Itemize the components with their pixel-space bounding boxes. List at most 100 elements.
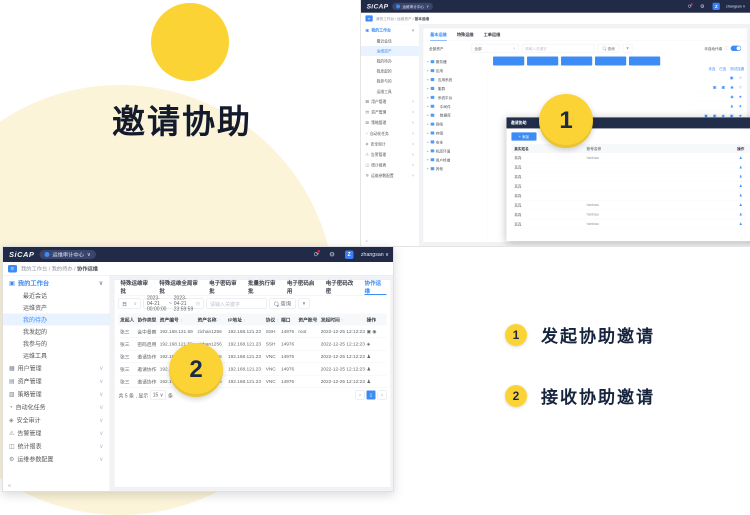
sidebar-group-item[interactable]: ⚙ 运维参数配置 ∨ <box>3 453 110 466</box>
sort-icon[interactable]: ↕ <box>158 318 159 323</box>
tree-node[interactable]: ▸ 安全 <box>423 137 487 146</box>
tree-node[interactable]: ▸ 数据库 <box>423 111 487 120</box>
add-button[interactable]: + 添加 <box>511 132 536 140</box>
period-select[interactable]: 日∨ <box>119 298 141 309</box>
invite-user-icon[interactable]: ♟ <box>731 222 750 226</box>
bulk-action-button[interactable] <box>493 57 524 66</box>
sidebar-group-item[interactable]: ⚠ 告警管理 ∨ <box>3 427 110 440</box>
column-header[interactable]: 资产账号 ↕ <box>297 314 319 326</box>
sidebar-sub-item[interactable]: 我的待办 <box>361 56 419 66</box>
avatar[interactable]: Z <box>345 250 354 259</box>
sort-icon[interactable]: ↕ <box>180 318 182 323</box>
tree-node[interactable]: ▸ 存储 <box>423 128 487 137</box>
tab[interactable]: 电子密码启用 <box>287 280 320 295</box>
bulk-action-button[interactable] <box>629 57 660 66</box>
tab[interactable]: 特殊运维审批 <box>121 280 154 295</box>
tree-expand-icon[interactable]: ▸ <box>427 60 429 64</box>
tree-expand-icon[interactable]: ▸ <box>427 158 429 162</box>
tree-expand-icon[interactable]: ▸ <box>427 104 429 108</box>
column-header[interactable]: 操作 <box>365 314 386 326</box>
tree-node[interactable]: ▸ 系统平台 <box>423 93 487 102</box>
sidebar-sub-item[interactable]: 运维工具 <box>3 350 110 362</box>
keyword-input[interactable]: 请输入关键字 <box>207 298 267 309</box>
sidebar-collapse-icon[interactable]: « <box>361 236 419 246</box>
avatar[interactable]: Z <box>713 3 720 10</box>
sidebar-collapse-icon[interactable]: « <box>3 480 110 492</box>
connection-filter-link[interactable]: 测试连通 <box>730 66 744 71</box>
sidebar-group-item[interactable]: ⚙ 运维参数配置 ∨ <box>361 170 419 181</box>
tree-node[interactable]: ▸ 机房环境 <box>423 146 487 155</box>
tab[interactable]: 协作运维 <box>365 280 387 295</box>
sidebar-sub-item[interactable]: 最近会话 <box>361 36 419 46</box>
search-button[interactable]: 查询 <box>598 44 620 52</box>
settings-gear-icon[interactable]: ⚙ <box>700 3 704 9</box>
sort-icon[interactable]: ↕ <box>218 318 220 323</box>
sidebar-sub-item[interactable]: 我参与的 <box>361 76 419 86</box>
tree-expand-icon[interactable]: ▸ <box>427 140 429 144</box>
sidebar-group-item[interactable]: ▧ 策略管理 ∨ <box>361 117 419 128</box>
tree-expand-icon[interactable]: ▸ <box>427 167 429 171</box>
sidebar-sub-item[interactable]: 运维工具 <box>361 86 419 96</box>
filter-funnel-button[interactable]: ▼ <box>299 298 310 309</box>
column-header[interactable]: 发起时间 ↕ <box>319 314 365 326</box>
tab[interactable]: 特殊运维全局审批 <box>159 280 203 295</box>
invite-user-icon[interactable]: ♟ <box>731 165 750 169</box>
search-button[interactable]: 查询 <box>270 298 296 309</box>
row-action-icons[interactable]: ◈ <box>365 338 386 351</box>
row-action-icons[interactable]: ▣ ☆ <box>694 73 744 82</box>
column-header[interactable]: IP地址 ↕ <box>227 314 265 326</box>
invite-user-icon[interactable]: ♟ <box>731 174 750 178</box>
tree-node[interactable]: ▸ 其他 <box>423 164 487 173</box>
sidebar-sub-item[interactable]: 运维资产 <box>361 46 419 56</box>
notifications-icon[interactable]: ⟳ <box>314 251 319 259</box>
sidebar-group-item[interactable]: ◫ 统计报表 ∨ <box>361 160 419 171</box>
bulk-action-button[interactable] <box>561 57 592 66</box>
sidebar-group-item[interactable]: ▤ 资产管理 ∨ <box>361 107 419 118</box>
sidebar-group-item[interactable]: ◔ 自动化任务 ∨ <box>3 401 110 414</box>
page-size-select[interactable]: 15∨ <box>150 391 166 400</box>
tree-node[interactable]: ▸ 网络 <box>423 120 487 129</box>
tree-node[interactable]: ▸ 用户终端 <box>423 155 487 164</box>
workspace-switcher[interactable]: 运维审计中心 ∨ <box>39 250 95 259</box>
tab[interactable]: 基本运维 <box>430 28 447 40</box>
sidebar-sub-item[interactable]: 运维资产 <box>3 302 110 314</box>
tab[interactable]: 工单运维 <box>484 28 501 40</box>
prev-page-icon[interactable]: ‹ <box>356 391 365 400</box>
column-header[interactable]: 资产编号 ↕ <box>158 314 196 326</box>
sidebar-group-item[interactable]: ▤ 资产管理 ∨ <box>3 375 110 388</box>
keyword-input[interactable]: 请输入关键字 <box>522 44 594 52</box>
autofill-toggle[interactable] <box>731 46 742 51</box>
invite-user-icon[interactable]: ♟ <box>731 155 750 159</box>
column-header[interactable]: 端口 <box>279 314 296 326</box>
sort-icon[interactable]: ↕ <box>341 318 343 323</box>
sidebar-group-item[interactable]: ▦ 用户管理 ∨ <box>361 96 419 107</box>
menu-toggle-button[interactable]: ≡ <box>8 265 17 273</box>
row-action-icons[interactable]: ▣ ◉ <box>365 326 386 338</box>
tree-node[interactable]: ▸ 中间件 <box>423 102 487 111</box>
next-page-icon[interactable]: › <box>378 391 387 400</box>
sidebar-item-my-workspace[interactable]: ▣ 我的工作台 ∨ <box>3 276 110 290</box>
row-action-icons[interactable]: ♟ <box>365 375 386 388</box>
sidebar-group-item[interactable]: ⚠ 告警管理 ∨ <box>361 149 419 160</box>
bulk-action-button[interactable] <box>527 57 558 66</box>
row-action-icons[interactable]: ◉ ★ <box>694 92 744 101</box>
menu-toggle-button[interactable]: ≡ <box>365 15 372 21</box>
sidebar-group-item[interactable]: ▧ 策略管理 ∨ <box>3 388 110 401</box>
settings-gear-icon[interactable]: ⚙ <box>329 251 335 259</box>
sidebar-group-item[interactable]: ◫ 统计报表 ∨ <box>3 440 110 453</box>
connection-filter-link[interactable]: 未连 <box>708 66 715 71</box>
column-header[interactable]: 发起人 <box>119 314 136 326</box>
sort-icon[interactable]: ↕ <box>319 318 320 323</box>
connection-filter-link[interactable]: 已连 <box>719 66 726 71</box>
date-range-picker[interactable]: 2023-04-21 00:00:00 ~ 2023-04-21 23:59:5… <box>144 298 204 309</box>
sidebar-sub-item[interactable]: 我发起的 <box>361 66 419 76</box>
row-action-icons[interactable]: ♟ <box>365 363 386 376</box>
tree-expand-icon[interactable]: ▸ <box>427 131 429 135</box>
sort-icon[interactable]: ↕ <box>277 318 279 323</box>
column-header[interactable]: 协议 ↕ <box>264 314 279 326</box>
tab[interactable]: 特殊运维 <box>457 28 474 40</box>
tree-node[interactable]: ▸ 应用 <box>423 66 487 75</box>
sort-icon[interactable]: ↕ <box>243 318 245 323</box>
sidebar-group-item[interactable]: ◔ 自动化任务 ∨ <box>361 128 419 139</box>
scope-select[interactable]: 全部∨ <box>471 44 518 52</box>
